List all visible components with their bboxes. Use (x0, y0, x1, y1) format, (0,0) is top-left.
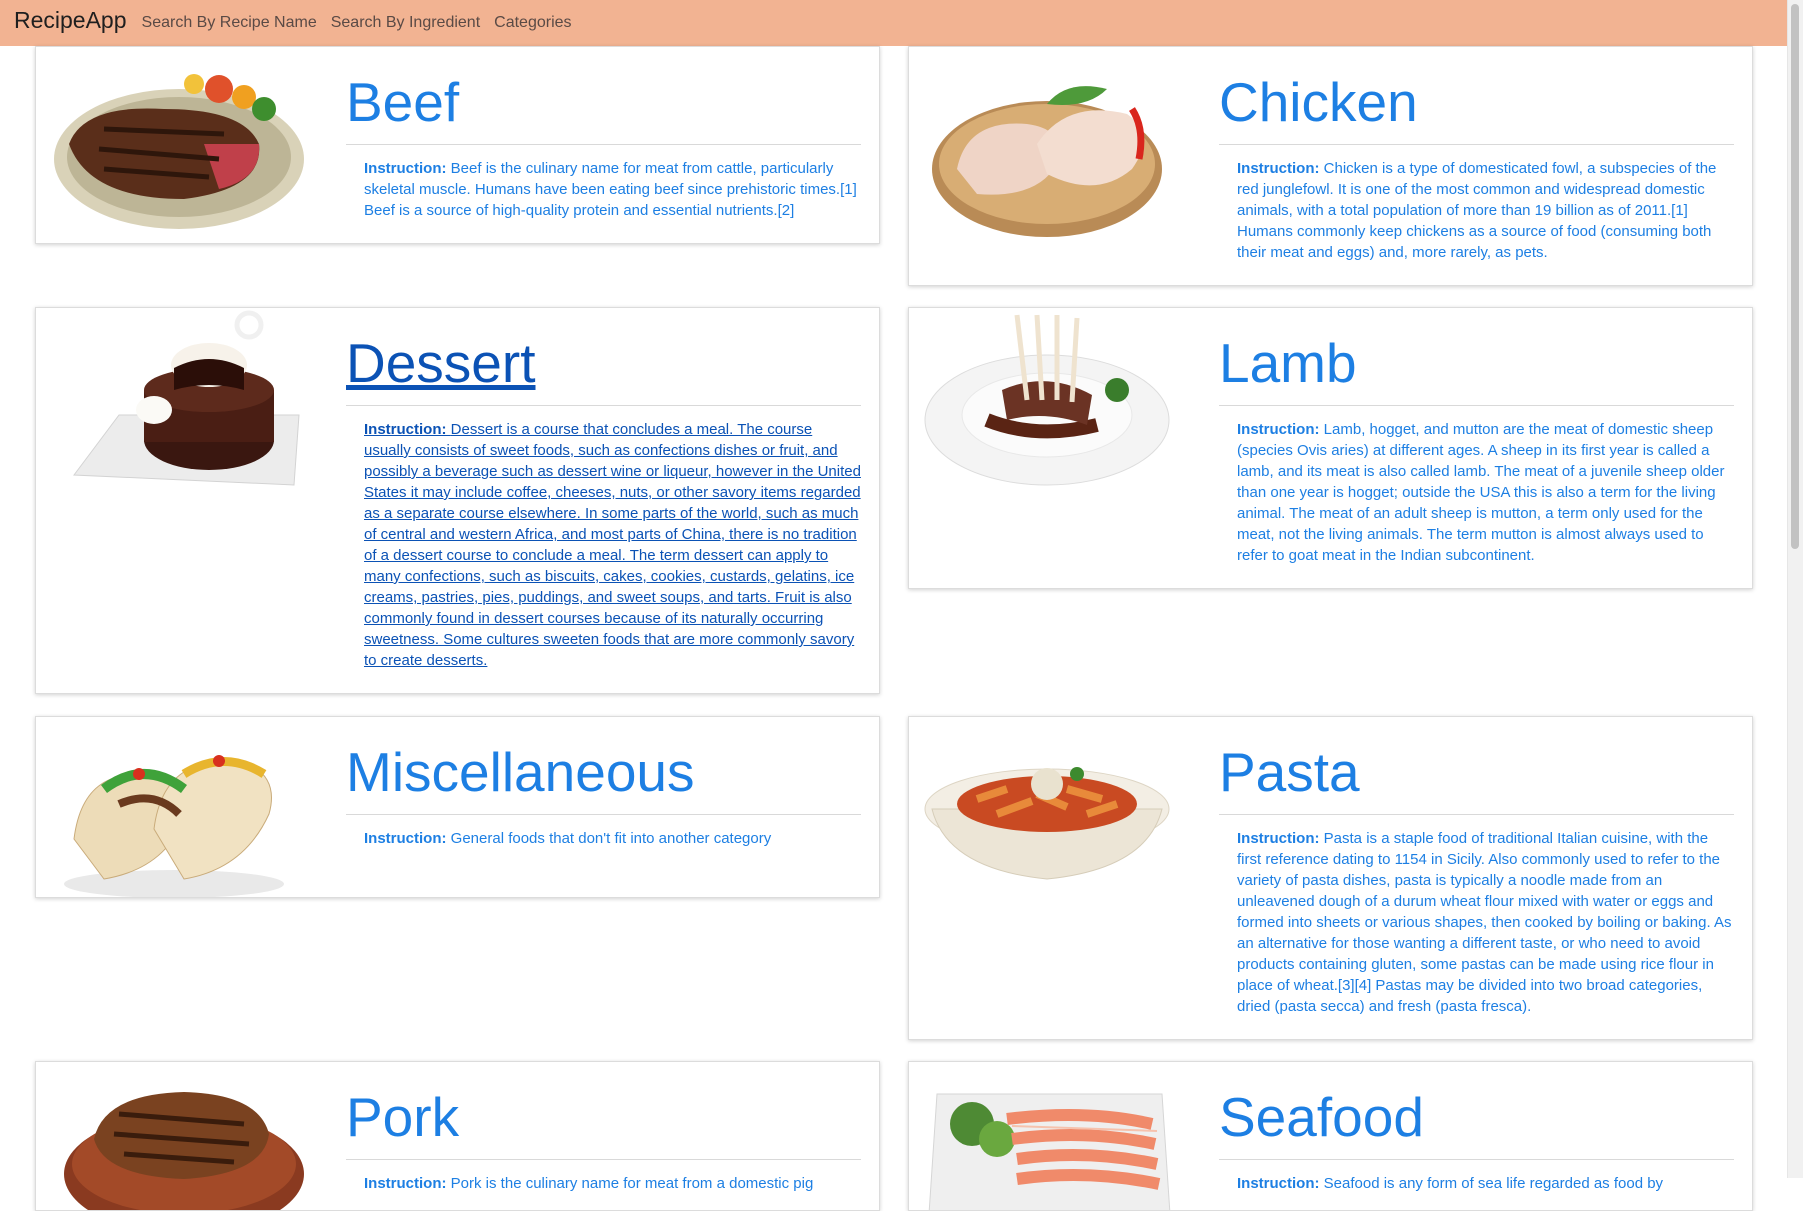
instruction-text: Lamb, hogget, and mutton are the meat of… (1237, 421, 1725, 564)
category-title[interactable]: Lamb (1219, 330, 1734, 406)
nav-categories[interactable]: Categories (494, 14, 571, 32)
category-title[interactable]: Pasta (1219, 739, 1734, 815)
lamb-rack-icon (917, 310, 1177, 500)
instruction-label: Instruction: (364, 421, 447, 438)
instruction-text: Dessert is a course that concludes a mea… (364, 421, 861, 669)
category-card-beef[interactable]: Beef Instruction: Beef is the culinary n… (35, 46, 880, 244)
pork-chop-icon (44, 1064, 304, 1210)
category-card-pasta[interactable]: Pasta Instruction: Pasta is a staple foo… (908, 716, 1753, 1040)
instruction-label: Instruction: (364, 160, 447, 177)
category-title[interactable]: Seafood (1219, 1084, 1734, 1160)
category-title[interactable]: Chicken (1219, 69, 1734, 145)
chocolate-cake-icon (44, 310, 304, 500)
category-title[interactable]: Miscellaneous (346, 739, 861, 815)
category-card-lamb[interactable]: Lamb Instruction: Lamb, hogget, and mutt… (908, 307, 1753, 589)
category-card-seafood[interactable]: Seafood Instruction: Seafood is any form… (908, 1061, 1753, 1211)
category-title[interactable]: Beef (346, 69, 861, 145)
nav-search-by-recipe-name[interactable]: Search By Recipe Name (142, 14, 317, 32)
nav-search-by-ingredient[interactable]: Search By Ingredient (331, 14, 480, 32)
category-instruction: Instruction: Dessert is a course that co… (364, 419, 861, 671)
chicken-legs-icon (917, 49, 1177, 239)
navbar: RecipeApp Search By Recipe Name Search B… (0, 0, 1788, 46)
scrollbar-thumb[interactable] (1791, 4, 1799, 549)
category-card-chicken[interactable]: Chicken Instruction: Chicken is a type o… (908, 46, 1753, 286)
instruction-text: Pasta is a staple food of traditional It… (1237, 830, 1732, 1015)
pasta-bowl-icon (917, 719, 1177, 909)
category-instruction: Instruction: Chicken is a type of domest… (1237, 158, 1734, 263)
category-instruction: Instruction: Seafood is any form of sea … (1237, 1173, 1734, 1194)
category-card-miscellaneous[interactable]: Miscellaneous Instruction: General foods… (35, 716, 880, 898)
tacos-icon (44, 719, 304, 897)
category-instruction: Instruction: General foods that don't fi… (364, 828, 861, 849)
app-brand[interactable]: RecipeApp (14, 7, 127, 34)
category-card-dessert[interactable]: Dessert Instruction: Dessert is a course… (35, 307, 880, 694)
category-instruction: Instruction: Beef is the culinary name f… (364, 158, 861, 221)
category-instruction: Instruction: Pork is the culinary name f… (364, 1173, 861, 1194)
instruction-text: General foods that don't fit into anothe… (450, 830, 772, 847)
instruction-label: Instruction: (364, 830, 447, 847)
salmon-platter-icon (917, 1064, 1177, 1210)
instruction-label: Instruction: (1237, 830, 1320, 847)
instruction-label: Instruction: (1237, 421, 1320, 438)
page-scrollbar[interactable] (1787, 0, 1803, 1178)
steak-plate-icon (44, 49, 304, 239)
category-instruction: Instruction: Lamb, hogget, and mutton ar… (1237, 419, 1734, 566)
instruction-label: Instruction: (1237, 160, 1320, 177)
category-instruction: Instruction: Pasta is a staple food of t… (1237, 828, 1734, 1017)
category-title[interactable]: Pork (346, 1084, 861, 1160)
category-card-pork[interactable]: Pork Instruction: Pork is the culinary n… (35, 1061, 880, 1211)
category-title[interactable]: Dessert (346, 330, 861, 406)
